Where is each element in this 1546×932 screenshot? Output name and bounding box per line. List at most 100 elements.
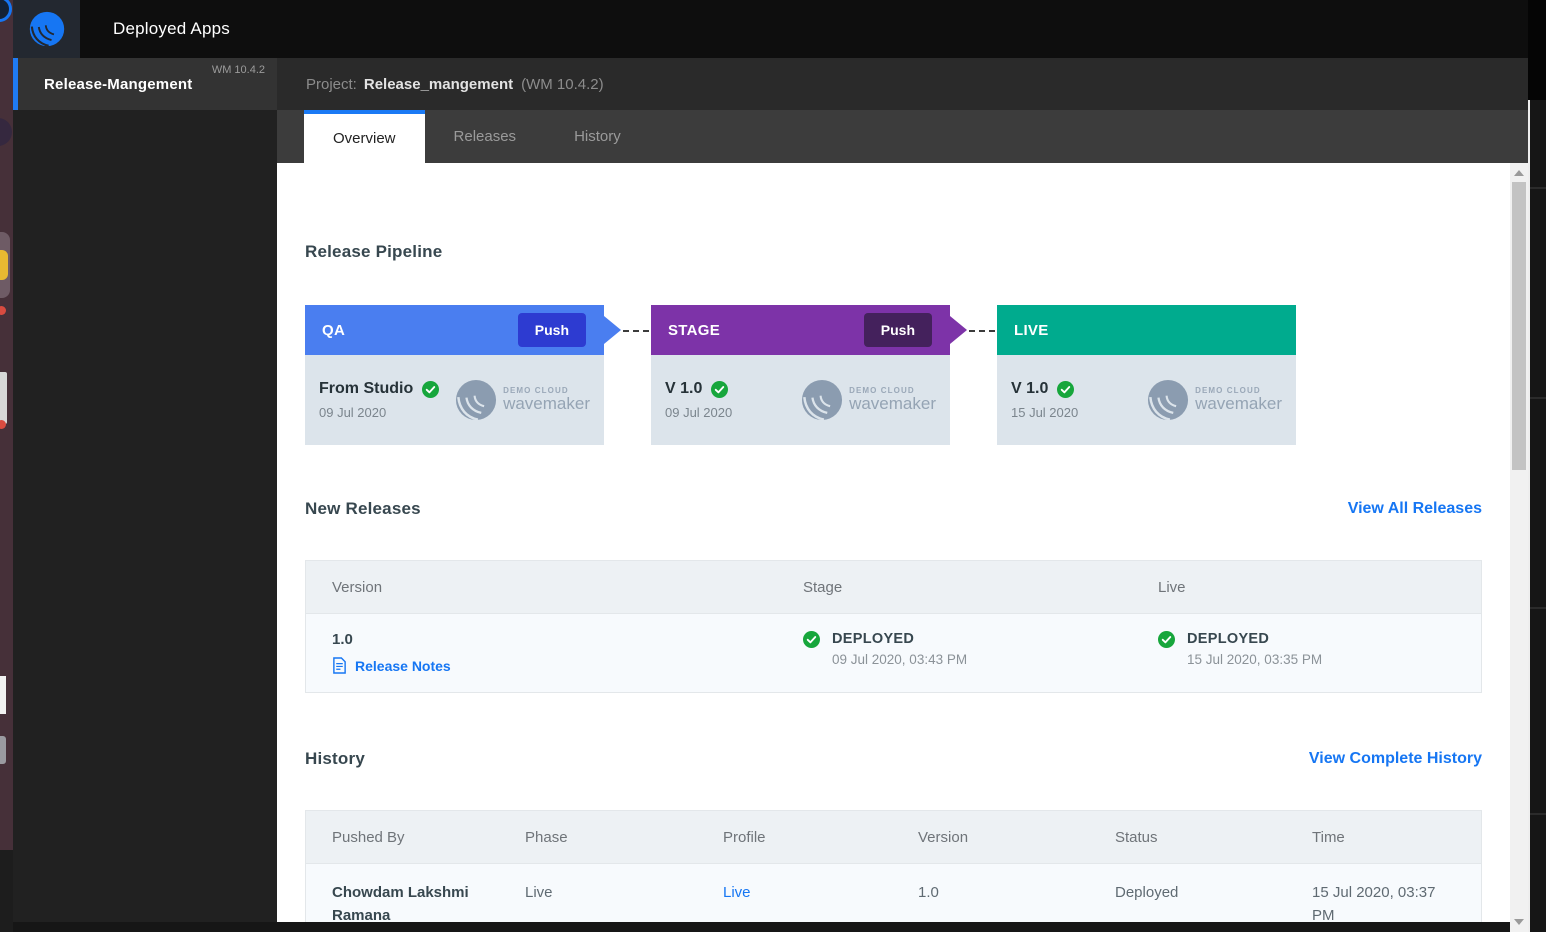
- wavemaker-wave-icon: [801, 379, 843, 421]
- time-value: 15 Jul 2020, 03:37 PM: [1308, 881, 1481, 922]
- project-bar: Project: Release_mangement (WM 10.4.2): [277, 58, 1528, 110]
- success-check-icon: [1158, 631, 1175, 648]
- main-header: Project: Release_mangement (WM 10.4.2) O…: [277, 58, 1528, 163]
- release-pipeline: QA Push From Studio 09 Jul 2020: [305, 305, 1482, 445]
- profile-link[interactable]: Live: [719, 881, 914, 922]
- dock-icon[interactable]: [0, 250, 8, 280]
- history-table: Pushed By Phase Profile Version Status T…: [305, 810, 1482, 922]
- release-notes-link[interactable]: Release Notes: [332, 657, 791, 674]
- wavemaker-wave-icon: [455, 379, 497, 421]
- dock-notification-dot: [0, 420, 6, 429]
- scrollbar-thumb[interactable]: [1512, 182, 1526, 470]
- version-value: 1.0: [914, 881, 1111, 922]
- history-table-header: Pushed By Phase Profile Version Status T…: [306, 811, 1481, 863]
- demo-cloud-logo: DEMO CLOUD wavemaker: [1147, 379, 1282, 421]
- release-notes-label: Release Notes: [355, 658, 451, 674]
- wavemaker-label: wavemaker: [1195, 394, 1282, 414]
- divider: [1530, 607, 1546, 609]
- pipeline-card-live-header: LIVE: [997, 305, 1296, 355]
- column-header-version: Version: [914, 829, 1111, 846]
- stage-name: LIVE: [1014, 322, 1049, 339]
- column-header-stage: Stage: [791, 579, 1146, 596]
- right-edge-panel: [1528, 0, 1546, 932]
- tab-history[interactable]: History: [545, 110, 650, 163]
- project-version: (WM 10.4.2): [521, 76, 604, 93]
- project-name: Release_mangement: [364, 76, 513, 93]
- push-button-stage[interactable]: Push: [864, 313, 932, 347]
- sidebar-project-version: WM 10.4.2: [212, 64, 265, 76]
- dock-icon[interactable]: [0, 118, 12, 146]
- view-complete-history-link[interactable]: View Complete History: [1309, 750, 1482, 768]
- tab-overview[interactable]: Overview: [304, 110, 425, 163]
- view-all-releases-link[interactable]: View All Releases: [1348, 500, 1482, 518]
- demo-cloud-logo: DEMO CLOUD wavemaker: [455, 379, 590, 421]
- demo-cloud-logo: DEMO CLOUD wavemaker: [801, 379, 936, 421]
- sidebar-project-name: Release-Mangement: [44, 76, 192, 93]
- column-header-profile: Profile: [719, 829, 914, 846]
- project-label: Project:: [306, 76, 357, 93]
- dock-bottom-shade: [0, 850, 13, 932]
- table-row: 1.0 Release Notes DEPLOYED: [306, 613, 1481, 692]
- status-value: Deployed: [1111, 881, 1308, 922]
- wavemaker-logo-button[interactable]: [13, 0, 80, 58]
- wavemaker-label: wavemaker: [503, 394, 590, 414]
- overview-panel: Release Pipeline QA Push From Studio: [277, 163, 1510, 922]
- deploy-date: 09 Jul 2020: [319, 405, 439, 420]
- pipeline-connector: [950, 305, 997, 355]
- release-version: 1.0: [332, 631, 791, 648]
- right-edge-top: [1528, 0, 1546, 100]
- dock-icon[interactable]: [0, 0, 12, 22]
- success-check-icon: [803, 631, 820, 648]
- success-check-icon: [422, 381, 439, 398]
- scroll-down-icon[interactable]: [1514, 919, 1524, 925]
- success-check-icon: [711, 381, 728, 398]
- window-bottom-edge: [13, 922, 1510, 932]
- pipeline-card-qa-header: QA Push: [305, 305, 604, 355]
- column-header-pushed-by: Pushed By: [306, 829, 521, 846]
- new-releases-title: New Releases: [305, 499, 421, 519]
- divider: [1530, 813, 1546, 815]
- os-dock-strip: [0, 0, 13, 932]
- tab-releases[interactable]: Releases: [425, 110, 546, 163]
- dock-icon[interactable]: [0, 736, 6, 764]
- pushed-by-value: Chowdam Lakshmi Ramana: [306, 881, 521, 922]
- sidebar-item-project[interactable]: WM 10.4.2 Release-Mangement: [13, 58, 277, 110]
- wavemaker-wave-icon: [1147, 379, 1189, 421]
- pipeline-connector: [604, 305, 651, 355]
- stage-name: QA: [322, 322, 345, 339]
- wavemaker-label: wavemaker: [849, 394, 936, 414]
- column-header-phase: Phase: [521, 829, 719, 846]
- deploy-date: 15 Jul 2020: [1011, 405, 1078, 420]
- success-check-icon: [1057, 381, 1074, 398]
- wavemaker-logo-icon: [29, 11, 65, 47]
- pipeline-card-stage: STAGE Push V 1.0 09 Jul 2020: [651, 305, 950, 445]
- dock-icon[interactable]: [0, 372, 7, 424]
- window-edge-divider: [1528, 100, 1530, 932]
- deploy-date: 09 Jul 2020: [665, 405, 732, 420]
- scroll-up-icon[interactable]: [1514, 170, 1524, 176]
- pipeline-card-stage-body: V 1.0 09 Jul 2020: [651, 355, 950, 445]
- table-row: Chowdam Lakshmi Ramana Live Live 1.0 Dep…: [306, 863, 1481, 922]
- deployed-version-label: From Studio: [319, 380, 413, 398]
- app-window: Deployed Apps WM 10.4.2 Release-Mangemen…: [0, 0, 1546, 932]
- tab-strip: Overview Releases History: [277, 110, 1528, 163]
- page-title: Deployed Apps: [113, 0, 230, 58]
- pipeline-card-qa-body: From Studio 09 Jul 2020: [305, 355, 604, 445]
- live-status: DEPLOYED: [1187, 631, 1322, 647]
- deployed-version-label: V 1.0: [1011, 380, 1048, 398]
- stage-status: DEPLOYED: [832, 631, 967, 647]
- divider: [1530, 187, 1546, 189]
- column-header-version: Version: [306, 579, 791, 596]
- pipeline-card-live-body: V 1.0 15 Jul 2020: [997, 355, 1296, 445]
- document-icon: [332, 657, 347, 674]
- new-releases-table: Version Stage Live 1.0 Release Notes: [305, 560, 1482, 693]
- column-header-time: Time: [1308, 829, 1481, 846]
- pipeline-card-qa: QA Push From Studio 09 Jul 2020: [305, 305, 604, 445]
- release-pipeline-title: Release Pipeline: [305, 242, 1482, 262]
- dock-icon[interactable]: [0, 676, 6, 714]
- push-button-qa[interactable]: Push: [518, 313, 586, 347]
- pipeline-card-live: LIVE V 1.0 15 Jul 2020: [997, 305, 1296, 445]
- dock-notification-dot: [0, 306, 6, 315]
- vertical-scrollbar[interactable]: [1510, 163, 1528, 932]
- deployed-version-label: V 1.0: [665, 380, 702, 398]
